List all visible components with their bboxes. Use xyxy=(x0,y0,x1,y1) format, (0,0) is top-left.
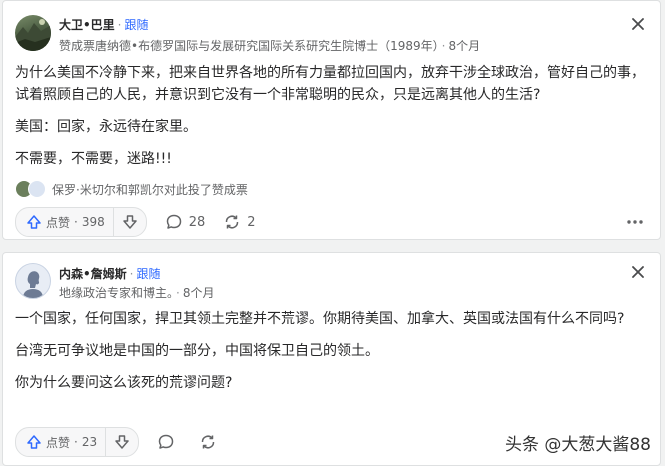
upvoters-text: 保罗·米切尔和郭凯尔对此投了赞成票 xyxy=(52,182,248,197)
credential-text: 赞成票唐纳德•布德罗国际与发展研究国际关系研究生院博士（1989年） xyxy=(59,39,439,53)
vote-group: 点赞 · 398 xyxy=(15,207,147,237)
answer-paragraph: 为什么美国不冷静下来，把来自世界各地的所有力量都拉回国内，放弃干涉全球政治，管好… xyxy=(15,65,645,103)
answer-time[interactable]: 8个月 xyxy=(183,286,215,300)
upvote-arrow-icon xyxy=(27,215,41,229)
author-line: 内森•詹姆斯 · 跟随 xyxy=(59,265,161,282)
upvote-button[interactable]: 点赞 · 23 xyxy=(16,428,107,456)
author-credential: 赞成票唐纳德•布德罗国际与发展研究国际关系研究生院博士（1989年） · 8个月 xyxy=(59,37,480,54)
author-name[interactable]: 大卫•巴里 xyxy=(59,18,115,32)
upvote-count: 398 xyxy=(81,215,105,229)
follow-button[interactable]: 跟随 xyxy=(137,267,161,281)
answer-content: 一个国家，任何国家，捍卫其领土完整并不荒谬。你期待美国、加拿大、英国或法国有什么… xyxy=(15,308,648,394)
avatar[interactable] xyxy=(15,263,51,299)
follow-button[interactable]: 跟随 xyxy=(125,18,149,32)
downvote-button[interactable] xyxy=(106,428,138,456)
close-button[interactable] xyxy=(632,16,644,34)
watermark: 头条 @大葱大酱88 xyxy=(504,435,651,455)
downvote-button[interactable] xyxy=(114,208,146,236)
close-button[interactable] xyxy=(632,264,644,282)
share-icon xyxy=(201,435,215,449)
answer-paragraph: 不需要，不需要，迷路!!! xyxy=(15,151,172,167)
vote-group: 点赞 · 23 xyxy=(15,427,140,457)
answer-paragraph: 台湾无可争议地是中国的一部分，中国将保卫自己的领土。 xyxy=(15,343,379,359)
answer-paragraph: 美国：回家，永远待在家里。 xyxy=(15,119,197,135)
separator-dot: · xyxy=(74,435,78,449)
answer-content: 为什么美国不冷静下来，把来自世界各地的所有力量都拉回国内，放弃干涉全球政治，管好… xyxy=(15,62,648,170)
upvote-button[interactable]: 点赞 · 398 xyxy=(16,208,114,236)
upvote-count: 23 xyxy=(81,435,98,449)
separator-dot: · xyxy=(441,39,446,53)
upvoters-row[interactable]: 保罗·米切尔和郭凯尔对此投了赞成票 xyxy=(15,180,248,198)
comment-icon xyxy=(166,214,181,229)
answer-card: 大卫•巴里 · 跟随 赞成票唐纳德•布德罗国际与发展研究国际关系研究生院博士（198… xyxy=(2,0,661,240)
close-icon xyxy=(632,266,644,278)
comment-button[interactable]: 28 xyxy=(165,213,206,231)
upvote-label: 点赞 xyxy=(46,215,71,230)
separator-dot: · xyxy=(117,18,122,32)
more-icon xyxy=(627,220,643,224)
answer-paragraph: 你为什么要问这么该死的荒谬问题? xyxy=(15,375,233,391)
credential-text: 地缘政治专家和博主。 xyxy=(59,286,174,300)
comment-icon xyxy=(158,434,174,449)
comment-count: 28 xyxy=(188,214,206,230)
action-bar: 点赞 · 398 28 2 xyxy=(15,207,648,237)
separator-dot: · xyxy=(129,267,134,281)
upvote-arrow-icon xyxy=(27,435,41,449)
separator-dot: · xyxy=(176,286,180,300)
share-button[interactable]: 2 xyxy=(223,213,256,231)
comment-button[interactable] xyxy=(157,433,181,451)
default-avatar-icon xyxy=(23,271,43,298)
author-line: 大卫•巴里 · 跟随 xyxy=(59,16,149,33)
downvote-arrow-icon xyxy=(123,215,137,229)
share-button[interactable] xyxy=(199,433,223,451)
upvote-label: 点赞 xyxy=(46,435,71,450)
downvote-arrow-icon xyxy=(115,435,129,449)
separator-dot: · xyxy=(74,215,78,229)
share-icon xyxy=(226,215,239,229)
avatar-landscape-icon xyxy=(15,19,51,51)
more-button[interactable] xyxy=(626,219,648,225)
upvoter-avatar xyxy=(28,180,46,198)
answer-time[interactable]: 8个月 xyxy=(448,39,480,53)
close-icon xyxy=(632,18,644,30)
author-credential: 地缘政治专家和博主。 · 8个月 xyxy=(59,284,214,301)
avatar[interactable] xyxy=(15,15,51,51)
author-name[interactable]: 内森•詹姆斯 xyxy=(59,267,127,281)
share-count: 2 xyxy=(247,214,256,230)
answer-paragraph: 一个国家，任何国家，捍卫其领土完整并不荒谬。你期待美国、加拿大、英国或法国有什么… xyxy=(15,311,625,327)
